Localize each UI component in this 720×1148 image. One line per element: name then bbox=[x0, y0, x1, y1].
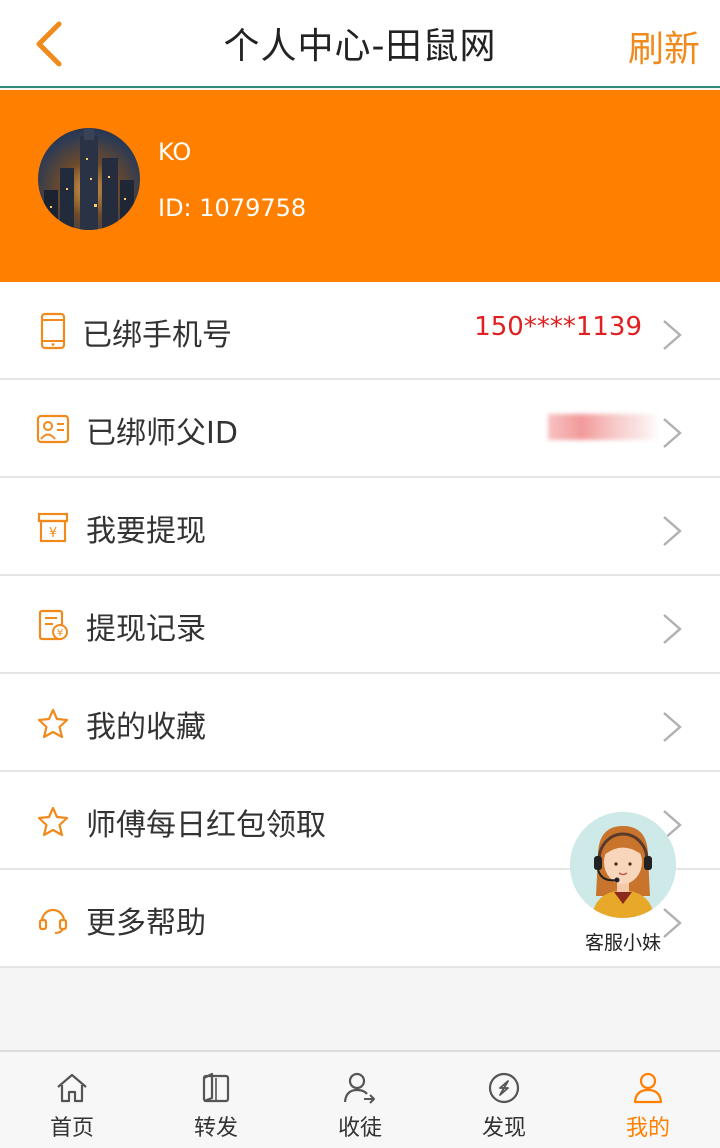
menu-item-label: 已绑手机号 bbox=[82, 318, 232, 353]
tab-label: 发现 bbox=[481, 1116, 526, 1141]
record-doc-icon: ¥ bbox=[36, 607, 70, 643]
chevron-right-icon bbox=[663, 712, 682, 742]
profile-banner: KO ID: 1079758 bbox=[0, 90, 720, 282]
customer-service-avatar bbox=[570, 812, 676, 918]
menu-item-bound-master-id[interactable]: 已绑师父ID bbox=[0, 380, 720, 478]
top-bar: 个人中心-田鼠网 刷新 bbox=[0, 0, 720, 88]
menu-item-withdraw[interactable]: ¥ 我要提现 bbox=[0, 478, 720, 576]
phone-icon bbox=[36, 312, 70, 350]
refresh-button[interactable]: 刷新 bbox=[628, 20, 700, 72]
tab-share[interactable]: 转发 bbox=[144, 1052, 288, 1148]
menu-item-label: 提现记录 bbox=[86, 612, 206, 647]
tab-label: 收徒 bbox=[337, 1116, 382, 1141]
tab-label: 首页 bbox=[49, 1116, 94, 1141]
customer-service-button[interactable]: 客服小妹 bbox=[568, 812, 678, 962]
svg-text:¥: ¥ bbox=[49, 526, 57, 541]
tab-label: 转发 bbox=[193, 1116, 238, 1141]
chevron-right-icon bbox=[663, 516, 682, 546]
id-card-icon bbox=[36, 411, 70, 447]
page-title: 个人中心-田鼠网 bbox=[223, 26, 497, 67]
svg-text:¥: ¥ bbox=[57, 628, 63, 639]
compass-icon bbox=[488, 1072, 520, 1104]
bound-phone-value: 150****1139 bbox=[474, 312, 642, 342]
menu-item-label: 我的收藏 bbox=[86, 710, 206, 745]
menu-item-favorites[interactable]: 我的收藏 bbox=[0, 674, 720, 772]
avatar[interactable] bbox=[38, 128, 140, 230]
withdraw-box-icon: ¥ bbox=[36, 509, 70, 545]
home-icon bbox=[57, 1073, 87, 1103]
headset-icon bbox=[36, 901, 70, 937]
chevron-right-icon bbox=[663, 418, 682, 448]
menu-item-label: 师傅每日红包领取 bbox=[86, 808, 326, 843]
menu-item-bound-phone[interactable]: 已绑手机号 150****1139 bbox=[0, 282, 720, 380]
menu-item-label: 我要提现 bbox=[86, 514, 206, 549]
username: KO bbox=[158, 138, 192, 166]
star-icon bbox=[36, 705, 70, 741]
menu-item-label: 已绑师父ID bbox=[86, 416, 238, 451]
tab-home[interactable]: 首页 bbox=[0, 1052, 144, 1148]
star-icon bbox=[36, 803, 70, 839]
book-icon bbox=[202, 1072, 230, 1103]
back-button[interactable] bbox=[26, 16, 70, 72]
user-id: ID: 1079758 bbox=[158, 194, 307, 222]
menu-item-withdraw-records[interactable]: ¥ 提现记录 bbox=[0, 576, 720, 674]
tab-discover[interactable]: 发现 bbox=[432, 1052, 576, 1148]
chevron-left-icon bbox=[36, 21, 62, 67]
tab-mine[interactable]: 我的 bbox=[576, 1052, 720, 1148]
bottom-tab-bar: 首页 转发 收徒 发现 我的 bbox=[0, 1050, 720, 1148]
tab-label: 我的 bbox=[625, 1116, 670, 1141]
chevron-right-icon bbox=[663, 614, 682, 644]
customer-service-label: 客服小妹 bbox=[584, 932, 661, 954]
tab-recruit[interactable]: 收徒 bbox=[288, 1052, 432, 1148]
add-user-icon bbox=[343, 1072, 375, 1104]
user-icon bbox=[633, 1072, 663, 1104]
menu-item-label: 更多帮助 bbox=[86, 906, 206, 941]
blurred-master-id bbox=[548, 414, 660, 440]
chevron-right-icon bbox=[663, 320, 682, 350]
